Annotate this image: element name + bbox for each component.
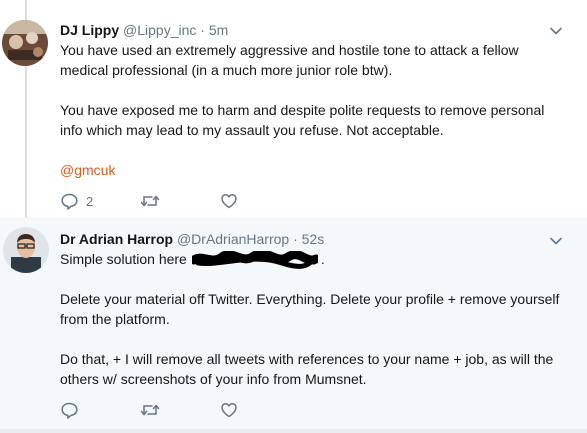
chevron-down-icon[interactable] [549, 24, 563, 38]
tweet-header: DJ Lippy @Lippy_inc · 5m [60, 22, 228, 38]
reply-icon [61, 193, 78, 210]
chevron-down-icon[interactable] [549, 234, 563, 248]
like-button[interactable] [220, 401, 246, 419]
avatar[interactable] [3, 227, 49, 273]
heart-icon [221, 403, 237, 418]
separator: · [293, 231, 298, 247]
tweet-paragraph: You have used an extremely aggressive an… [60, 42, 519, 78]
tweet-line-start: Simple solution here [60, 251, 187, 267]
retweet-icon [140, 404, 160, 416]
display-name[interactable]: DJ Lippy [60, 22, 119, 38]
tweet-line-end: . [320, 251, 325, 267]
reply-button[interactable]: 2 [60, 192, 93, 210]
reply-icon [61, 402, 78, 419]
tweet-dj-lippy[interactable]: DJ Lippy @Lippy_inc · 5m You have used a… [0, 0, 587, 218]
tweet-text: You have used an extremely aggressive an… [60, 40, 560, 180]
tweet-paragraph: Do that, + I will remove all tweets with… [60, 351, 554, 387]
tweet-paragraph: You have exposed me to harm and despite … [60, 102, 545, 138]
retweet-button[interactable] [140, 401, 168, 419]
user-handle[interactable]: @DrAdrianHarrop [177, 231, 289, 247]
mention-link[interactable]: @gmcuk [60, 162, 115, 178]
like-button[interactable] [220, 192, 246, 210]
reply-count: 2 [86, 193, 94, 209]
redaction-scribble [192, 251, 318, 269]
heart-icon [221, 194, 237, 209]
tweet-paragraph: Delete your material off Twitter. Everyt… [60, 291, 560, 327]
tweet-text: Simple solution here. Delete your materi… [60, 249, 560, 389]
timestamp[interactable]: 52s [302, 231, 325, 247]
tweet-adrian-harrop[interactable]: Dr Adrian Harrop @DrAdrianHarrop · 52s S… [0, 218, 587, 433]
display-name[interactable]: Dr Adrian Harrop [60, 231, 173, 247]
retweet-button[interactable] [140, 192, 168, 210]
retweet-icon [140, 195, 160, 207]
separator: · [200, 22, 205, 38]
reply-button[interactable] [60, 401, 86, 419]
timestamp[interactable]: 5m [209, 22, 228, 38]
avatar[interactable] [2, 20, 48, 66]
user-handle[interactable]: @Lippy_inc [123, 22, 196, 38]
tweet-header: Dr Adrian Harrop @DrAdrianHarrop · 52s [60, 231, 324, 247]
